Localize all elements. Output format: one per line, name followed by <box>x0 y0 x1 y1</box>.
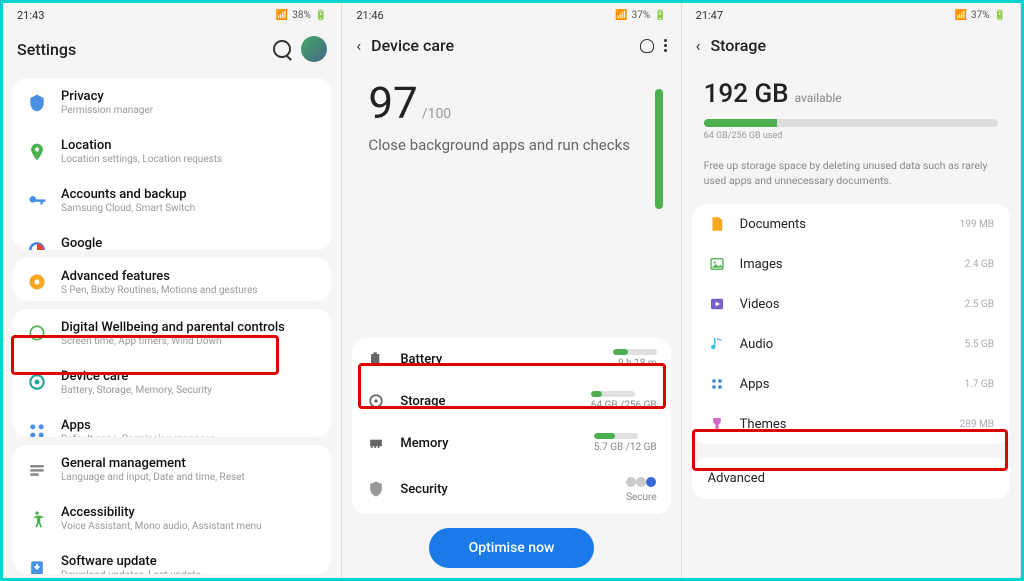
page-title: Device care <box>371 36 454 55</box>
memory-icon <box>366 433 386 453</box>
score-value: 97 <box>368 77 417 129</box>
settings-item-privacy[interactable]: PrivacyPermission manager <box>13 78 331 127</box>
settings-item-google[interactable]: GoogleGoogle settings <box>13 225 331 250</box>
item-sub: Permission manager <box>61 105 317 116</box>
security-toggle[interactable] <box>626 475 656 489</box>
settings-header: Settings <box>3 28 341 74</box>
accessibility-icon <box>27 509 47 529</box>
status-icons: 📶 37%🔋 <box>615 10 666 21</box>
storage-cat-audio[interactable]: Audio5.5 GB <box>692 324 1010 364</box>
storage-used-text: 64 GB/256 GB used <box>704 131 998 141</box>
clock: 21:46 <box>356 9 383 22</box>
storage-advanced[interactable]: Advanced <box>692 458 1010 499</box>
page-title: Storage <box>710 36 766 55</box>
status-bar: 21:43 📶 38%🔋 <box>3 3 341 28</box>
status-bar: 21:46 📶 37%🔋 <box>342 3 680 28</box>
page-title: Settings <box>17 40 76 59</box>
settings-item-apps[interactable]: AppsDefault apps, Permission manager <box>13 407 331 438</box>
device-care-icon <box>27 372 47 392</box>
storage-cat-images[interactable]: Images2.4 GB <box>692 244 1010 284</box>
settings-item-general[interactable]: General managementLanguage and input, Da… <box>13 445 331 494</box>
battery-bar <box>613 349 657 355</box>
apps-grid-icon <box>708 375 726 393</box>
score-bar <box>655 89 663 209</box>
phone-storage: 21:47 📶 37%🔋 ‹ Storage 192 GB available 6… <box>682 3 1021 578</box>
care-item-memory[interactable]: Memory 5.7 GB /12 GB <box>352 422 670 464</box>
status-icons: 📶 37%🔋 <box>955 10 1006 21</box>
care-item-battery[interactable]: Battery 9 h 18 m <box>352 338 670 380</box>
settings-item-wellbeing[interactable]: Digital Wellbeing and parental controlsS… <box>13 309 331 358</box>
themes-icon <box>708 415 726 433</box>
storage-available-label: available <box>795 91 842 105</box>
settings-group-2: Advanced featuresS Pen, Bixby Routines, … <box>13 258 331 301</box>
status-bar: 21:47 📶 37%🔋 <box>682 3 1020 28</box>
storage-usage-bar <box>704 119 998 127</box>
score-max: /100 <box>422 106 451 122</box>
care-item-storage[interactable]: Storage 64 GB /256 GB <box>352 380 670 422</box>
battery-icon <box>366 349 386 369</box>
shield-icon <box>366 479 386 499</box>
score-panel: 97/100 Close background apps and run che… <box>342 67 680 161</box>
settings-group-1: PrivacyPermission manager LocationLocati… <box>13 78 331 250</box>
device-care-header: ‹ Device care <box>342 28 680 67</box>
profile-avatar[interactable] <box>301 36 327 62</box>
clock: 21:47 <box>696 9 723 22</box>
general-icon <box>27 460 47 480</box>
phone-settings: 21:43 📶 38%🔋 Settings PrivacyPermission … <box>3 3 342 578</box>
wellbeing-icon <box>27 323 47 343</box>
storage-cat-themes[interactable]: Themes289 MB <box>692 404 1010 444</box>
download-icon <box>27 558 47 574</box>
storage-desc: Free up storage space by deleting unused… <box>682 149 1020 198</box>
storage-cat-videos[interactable]: Videos2.5 GB <box>692 284 1010 324</box>
back-icon[interactable]: ‹ <box>356 36 361 55</box>
settings-item-software[interactable]: Software updateDownload updates, Last up… <box>13 543 331 574</box>
storage-header: ‹ Storage <box>682 28 1020 67</box>
storage-amount: 192 GB <box>704 79 789 109</box>
back-icon[interactable]: ‹ <box>696 36 701 55</box>
storage-cat-documents[interactable]: Documents199 MB <box>692 204 1010 244</box>
clock: 21:43 <box>17 9 44 22</box>
storage-bar <box>591 391 635 397</box>
item-label: Privacy <box>61 89 317 104</box>
settings-item-accounts[interactable]: Accounts and backupSamsung Cloud, Smart … <box>13 176 331 225</box>
settings-item-accessibility[interactable]: AccessibilityVoice Assistant, Mono audio… <box>13 494 331 543</box>
status-icons: 📶 38%🔋 <box>276 10 327 21</box>
storage-icon <box>366 391 386 411</box>
settings-group-3: Digital Wellbeing and parental controlsS… <box>13 309 331 438</box>
videos-icon <box>708 295 726 313</box>
optimise-button[interactable]: Optimise now <box>429 528 595 568</box>
search-icon[interactable] <box>273 40 291 58</box>
care-item-security[interactable]: Security Secure <box>352 464 670 514</box>
audio-icon <box>708 335 726 353</box>
key-icon <box>27 191 47 211</box>
settings-group-4: General managementLanguage and input, Da… <box>13 445 331 574</box>
google-icon <box>27 240 47 250</box>
storage-summary: 192 GB available 64 GB/256 GB used <box>682 67 1020 149</box>
location-icon <box>27 142 47 162</box>
memory-bar <box>594 433 638 439</box>
apps-icon <box>27 421 47 437</box>
documents-icon <box>708 215 726 233</box>
gear-icon <box>27 272 47 292</box>
more-menu-icon[interactable] <box>664 39 667 52</box>
storage-categories: Documents199 MB Images2.4 GB Videos2.5 G… <box>692 204 1010 444</box>
images-icon <box>708 255 726 273</box>
privacy-icon <box>27 93 47 113</box>
settings-item-device-care[interactable]: Device careBattery, Storage, Memory, Sec… <box>13 358 331 407</box>
tips-icon[interactable] <box>640 39 654 53</box>
phone-device-care: 21:46 📶 37%🔋 ‹ Device care 97/100 Close … <box>342 3 681 578</box>
score-desc: Close background apps and run checks <box>368 135 654 155</box>
settings-item-location[interactable]: LocationLocation settings, Location requ… <box>13 127 331 176</box>
settings-item-advanced-features[interactable]: Advanced featuresS Pen, Bixby Routines, … <box>13 258 331 301</box>
storage-cat-apps[interactable]: Apps1.7 GB <box>692 364 1010 404</box>
care-list: Battery 9 h 18 m Storage 64 GB /256 GB M… <box>352 338 670 514</box>
